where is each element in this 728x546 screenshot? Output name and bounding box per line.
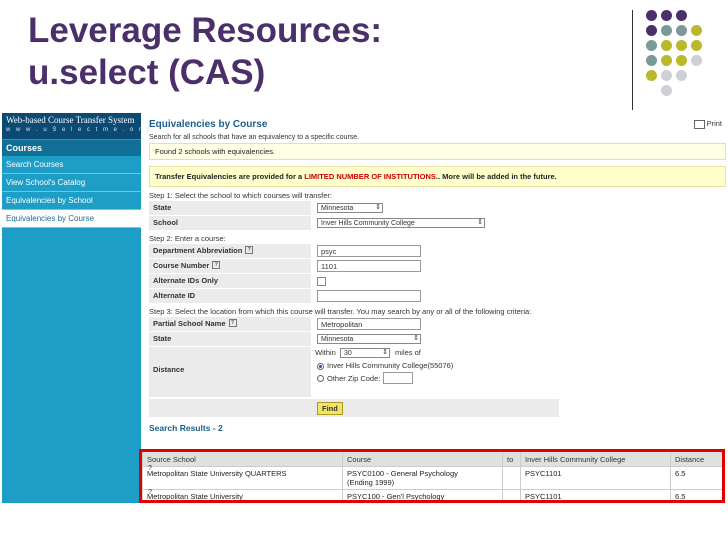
site-logo[interactable]: Web-based Course Transfer System w w w .… [2,113,153,139]
step1-state-label: State [149,201,311,215]
alt-id-input[interactable] [317,290,421,302]
decorative-dot [646,10,657,21]
decorative-dot [661,70,672,81]
decorative-dot [676,25,687,36]
decorative-dot [676,40,687,51]
transfer-notice-highlight: LIMITED NUMBER OF INSTITUTIONS [304,172,436,181]
dept-input[interactable]: psyc [317,245,421,257]
decorative-dot [646,25,657,36]
partial-school-label-cell: Partial School Name? [149,317,311,331]
step1-school-select[interactable]: Inver Hills Community College [317,218,485,228]
decorative-dot [676,70,687,81]
help-icon[interactable]: ? [245,246,254,254]
decorative-dot [691,55,702,66]
step1-school-label: School [149,216,311,230]
step1-label: Step 1: Select the school to which cours… [149,191,333,200]
logo-url: w w w . u S e l e c t m e . o r g [6,127,153,133]
page-description: Search for all schools that have an equi… [149,134,360,141]
print-link[interactable]: Print [693,119,722,129]
alt-ids-only-row: Alternate IDs Only [149,274,559,288]
step3-state-select[interactable]: Minnesota [317,334,421,344]
app-screenshot: Web-based Course Transfer System w w w .… [2,113,726,503]
sidebar-heading: Courses [2,140,141,156]
divider-line [632,10,633,110]
decorative-dot [676,10,687,21]
find-bar: Find [149,399,559,417]
page-title: Equivalencies by Course [149,119,268,130]
decorative-dot [691,25,702,36]
decorative-dot [661,40,672,51]
distance-row: Distance Within 30 miles of Inver Hills … [149,347,559,397]
zip-input[interactable] [383,372,414,384]
step1-state-row: State Minnesota [149,201,559,215]
results-title: Search Results - 2 [149,423,223,433]
alt-id-row: Alternate ID [149,289,559,303]
find-button[interactable]: Find [317,402,343,415]
sidebar-item-search-courses[interactable]: Search Courses [2,156,141,174]
transfer-notice: Transfer Equivalencies are provided for … [149,166,726,187]
dept-label: Department Abbreviation [153,246,243,255]
decorative-dot [661,10,672,21]
partial-school-input[interactable]: Metropolitan [317,318,421,330]
decorative-dot [646,70,657,81]
distance-label: Distance [149,347,311,397]
print-label: Print [706,119,722,128]
step2-label: Step 2: Enter a course: [149,234,226,243]
alt-id-label: Alternate ID [149,289,311,303]
slide-title: Leverage Resources: u.select (CAS) [28,10,382,94]
course-number-input[interactable]: 1101 [317,260,421,272]
partial-school-row: Partial School Name? Metropolitan [149,317,559,331]
step3-state-label: State [149,332,311,346]
help-icon[interactable]: ? [212,261,221,269]
sidebar-item-view-catalog[interactable]: View School's Catalog [2,174,141,192]
miles-label: miles of [395,348,421,357]
found-message: Found 2 schools with equivalencies. [149,143,726,160]
highlight-box [139,449,725,503]
decorative-dot [661,25,672,36]
dept-row: Department Abbreviation? psyc [149,244,559,258]
help-icon[interactable]: ? [228,319,237,327]
radio-home-school-label: Inver Hills Community College(55076) [327,361,454,370]
alt-ids-only-checkbox[interactable] [317,276,326,286]
decorative-dot [676,55,687,66]
dept-label-cell: Department Abbreviation? [149,244,311,258]
alt-ids-only-label: Alternate IDs Only [149,274,311,288]
decorative-dot [661,55,672,66]
within-label: Within [315,348,336,357]
sidebar: Web-based Course Transfer System w w w .… [2,113,153,503]
course-number-row: Course Number? 1101 [149,259,559,273]
step1-state-select[interactable]: Minnesota [317,203,383,213]
decorative-dot [661,85,672,96]
decorative-dot [646,55,657,66]
partial-school-label: Partial School Name [153,319,226,328]
distance-options: Within 30 miles of Inver Hills Community… [311,347,559,397]
transfer-notice-post: .. More will be added in the future. [435,172,557,181]
radio-other-zip[interactable] [317,374,324,382]
decorative-dot [646,40,657,51]
step1-school-row: School Inver Hills Community College [149,216,559,230]
step3-label: Step 3: Select the location from which t… [149,307,532,316]
logo-title: Web-based Course Transfer System [6,115,135,125]
transfer-notice-pre: Transfer Equivalencies are provided for … [155,172,305,181]
course-number-label: Course Number [153,261,210,270]
slide-title-line2: u.select (CAS) [28,53,266,92]
sidebar-item-equiv-by-school[interactable]: Equivalencies by School [2,192,141,210]
print-icon [693,119,705,129]
main-content: Equivalencies by Course Print Search for… [149,119,726,433]
sidebar-item-equiv-by-course[interactable]: Equivalencies by Course [2,210,141,228]
step3-state-row: State Minnesota [149,332,559,346]
radio-home-school[interactable] [317,362,324,370]
within-select[interactable]: 30 [339,348,390,358]
course-number-label-cell: Course Number? [149,259,311,273]
radio-other-zip-label: Other Zip Code: [327,373,381,383]
decorative-dot [691,40,702,51]
slide-title-line1: Leverage Resources: [28,11,383,50]
